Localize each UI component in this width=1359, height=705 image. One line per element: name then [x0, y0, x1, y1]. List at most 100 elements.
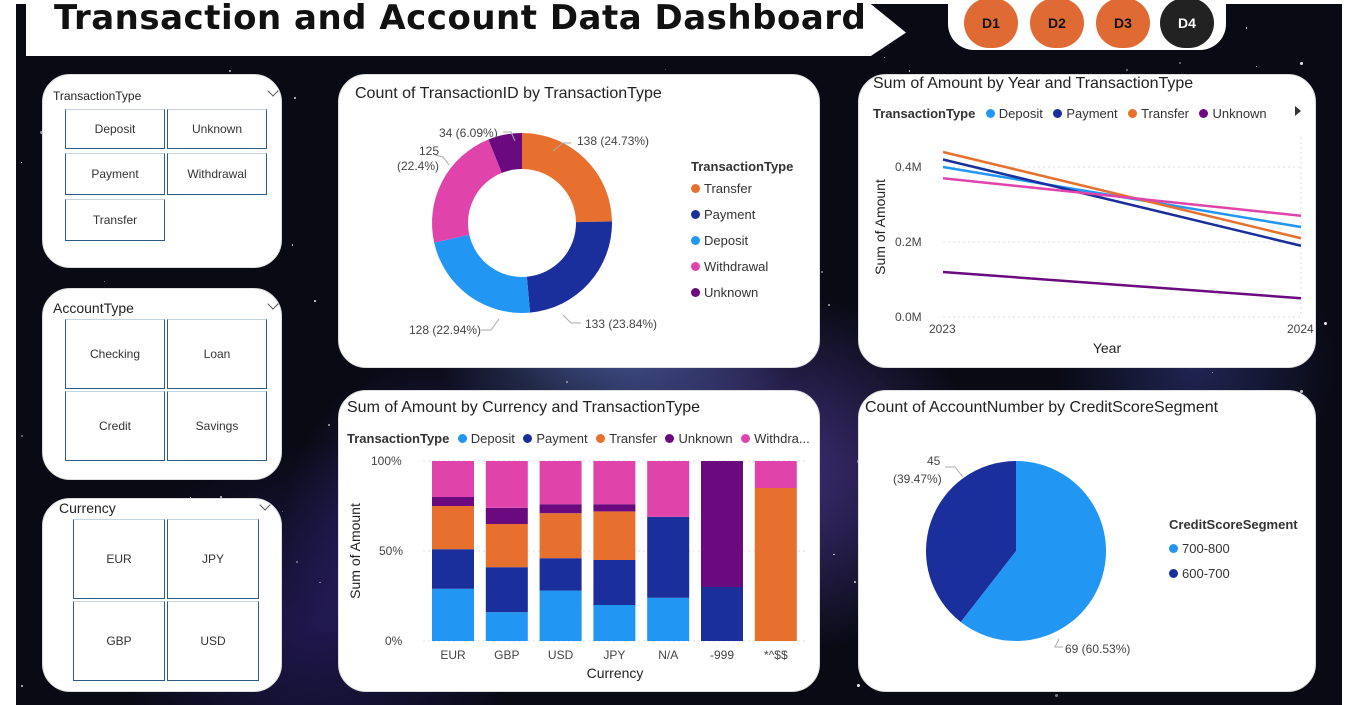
- x-tick-label: *^$$: [764, 648, 788, 662]
- star: [1255, 66, 1257, 68]
- leader-line: [1054, 638, 1063, 648]
- slicer-tile-unknown[interactable]: Unknown: [167, 109, 267, 149]
- stacked-bar-card: Sum of Amount by Currency and Transactio…: [338, 390, 820, 692]
- star: [20, 684, 23, 687]
- chevron-down-icon[interactable]: [267, 298, 279, 310]
- bar-segment-transfer: [539, 513, 582, 559]
- bar-segment-withdrawal: [647, 461, 690, 517]
- series-line-withdrawal: [942, 177, 1302, 217]
- slicer-tile-savings[interactable]: Savings: [167, 391, 267, 461]
- slicer-tile-checking[interactable]: Checking: [65, 319, 165, 389]
- star: [833, 553, 835, 556]
- data-label-600-700-pct: (39.47%): [893, 472, 942, 486]
- leader-line: [562, 314, 581, 324]
- slicer-tile-loan[interactable]: Loan: [167, 319, 267, 389]
- x-tick-label: EUR: [440, 648, 466, 662]
- data-label-payment: 133 (23.84%): [585, 317, 657, 331]
- bar-segment-withdrawal: [432, 461, 474, 497]
- nav-button-d2[interactable]: D2: [1030, 0, 1084, 48]
- slicer-tile-jpy[interactable]: JPY: [167, 519, 259, 599]
- donut-legend: TransactionType Transfer Payment Deposit…: [691, 159, 793, 300]
- bar-segment-deposit: [432, 588, 474, 641]
- star: [296, 560, 299, 563]
- legend-item-unknown[interactable]: Unknown: [691, 285, 793, 300]
- star: [1323, 321, 1327, 325]
- legend-item-deposit[interactable]: Deposit: [691, 233, 793, 248]
- legend-label: Transfer: [704, 181, 752, 196]
- currency-slicer: Currency EUR JPY GBP USD: [42, 498, 282, 692]
- x-tick-label: 2023: [929, 322, 956, 336]
- star: [20, 162, 22, 164]
- slicer-tile-credit[interactable]: Credit: [65, 391, 165, 461]
- legend-title: CreditScoreSegment: [1169, 517, 1298, 532]
- data-label-transfer: 138 (24.73%): [577, 134, 649, 148]
- star: [1299, 61, 1303, 65]
- x-tick-label: JPY: [603, 648, 625, 662]
- star: [828, 304, 831, 307]
- donut-slice-withdrawal: [432, 139, 502, 243]
- y-tick-label: 0%: [385, 634, 403, 648]
- legend-item-payment[interactable]: Payment: [691, 207, 793, 222]
- legend-label: Deposit: [704, 233, 749, 248]
- pie-chart-card: Count of AccountNumber by CreditScoreSeg…: [858, 390, 1316, 692]
- y-tick-label: 0.2M: [895, 235, 922, 249]
- series-line-payment: [942, 158, 1302, 247]
- y-tick-label: 50%: [379, 544, 403, 558]
- leader-line: [945, 466, 964, 478]
- slicer-tile-deposit[interactable]: Deposit: [65, 109, 165, 149]
- pie-legend: CreditScoreSegment 700-800 600-700: [1169, 517, 1298, 581]
- bar-segment-deposit: [647, 597, 690, 641]
- star: [909, 70, 911, 72]
- star: [229, 69, 232, 72]
- y-axis-title: Sum of Amount: [347, 503, 363, 599]
- legend-label: Payment: [704, 207, 756, 222]
- x-tick-label: GBP: [494, 648, 519, 662]
- data-label-unknown: 34 (6.09%): [439, 126, 498, 140]
- page-navigator: D1 D2 D3 D4: [948, 0, 1226, 50]
- legend-swatch: [1169, 544, 1178, 554]
- legend-swatch: [1169, 569, 1178, 579]
- nav-button-d4[interactable]: D4: [1160, 0, 1214, 48]
- account-type-slicer: AccountType Checking Loan Credit Savings: [42, 288, 282, 480]
- bar-segment-transfer: [754, 488, 797, 641]
- chevron-down-icon[interactable]: [267, 85, 279, 97]
- series-line-unknown: [942, 270, 1302, 300]
- legend-item-700-800[interactable]: 700-800: [1169, 541, 1298, 556]
- y-axis-title: Sum of Amount: [872, 179, 888, 275]
- legend-title: TransactionType: [691, 159, 794, 174]
- transaction-type-slicer: TransactionType Deposit Unknown Payment …: [42, 74, 282, 268]
- legend-swatch: [691, 288, 700, 298]
- bar-segment-withdrawal: [754, 461, 797, 488]
- slicer-tile-gbp[interactable]: GBP: [73, 601, 165, 681]
- slicer-tile-withdrawal[interactable]: Withdrawal: [167, 153, 267, 195]
- nav-button-d1[interactable]: D1: [964, 0, 1018, 48]
- leader-line: [481, 318, 500, 331]
- star: [854, 581, 856, 583]
- bar-segment-deposit: [485, 612, 528, 641]
- series-line-transfer: [942, 150, 1302, 240]
- legend-item-600-700[interactable]: 600-700: [1169, 566, 1298, 581]
- x-axis-title: Currency: [587, 665, 644, 681]
- donut-chart-card: Count of TransactionID by TransactionTyp…: [338, 74, 820, 368]
- star: [291, 244, 293, 246]
- legend-swatch: [691, 236, 700, 246]
- x-axis-title: Year: [1093, 340, 1122, 356]
- bar-segment-payment: [432, 549, 474, 589]
- bar-segment-payment: [647, 516, 690, 598]
- slicer-tile-eur[interactable]: EUR: [73, 519, 165, 599]
- legend-label: 600-700: [1182, 566, 1230, 581]
- star: [1179, 61, 1182, 64]
- star: [20, 435, 23, 438]
- x-tick-label: N/A: [658, 648, 678, 662]
- nav-button-d3[interactable]: D3: [1096, 0, 1150, 48]
- slicer-tile-payment[interactable]: Payment: [65, 153, 165, 195]
- legend-item-withdrawal[interactable]: Withdrawal: [691, 259, 793, 274]
- data-label-700-800: 69 (60.53%): [1065, 642, 1130, 656]
- slicer-tile-usd[interactable]: USD: [167, 601, 259, 681]
- slicer-tile-transfer[interactable]: Transfer: [65, 199, 165, 241]
- bar-segment-payment: [485, 567, 528, 613]
- legend-item-transfer[interactable]: Transfer: [691, 181, 793, 196]
- star: [1245, 27, 1248, 29]
- bar-segment-payment: [701, 587, 743, 641]
- star: [1126, 69, 1129, 72]
